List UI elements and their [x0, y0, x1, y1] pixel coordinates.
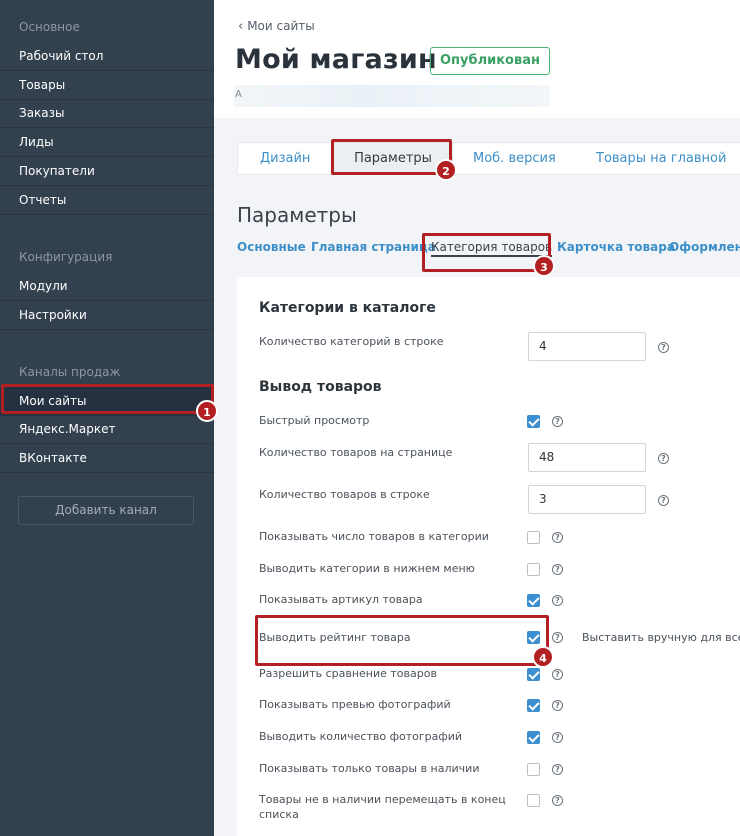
row-label: Количество товаров на странице — [259, 446, 453, 459]
sidebar-section-main: Основное — [19, 20, 80, 34]
sidebar-section-channels: Каналы продаж — [19, 365, 121, 379]
page-header: ‹ Мои сайты Мой магазин Опубликован А — [214, 0, 740, 118]
site-url-char: А — [235, 89, 242, 100]
sidebar-item-reports[interactable]: Отчеты — [0, 186, 214, 215]
tab-design[interactable]: Дизайн — [260, 143, 310, 174]
subtab-home-page[interactable]: Главная страница — [311, 240, 436, 254]
rating-manual-link[interactable]: Выставить вручную для все — [582, 631, 740, 644]
subtab-product-card[interactable]: Карточка товара — [557, 240, 675, 254]
help-icon[interactable]: ? — [552, 595, 563, 606]
tab-home-products[interactable]: Товары на главной — [596, 143, 726, 174]
row-label: Показывать превью фотографий — [259, 698, 451, 711]
subtab-product-category[interactable]: Категория товаров — [431, 240, 553, 257]
photo-count-checkbox[interactable] — [527, 731, 540, 744]
subtab-basic[interactable]: Основные — [237, 240, 306, 254]
products-per-row-input[interactable]: 3 — [528, 485, 646, 514]
show-category-count-checkbox[interactable] — [527, 531, 540, 544]
step-marker: 4 — [532, 646, 554, 668]
row-label: Количество товаров в строке — [259, 488, 430, 501]
row-label: Выводить рейтинг товара — [259, 631, 411, 644]
back-link[interactable]: ‹ Мои сайты — [238, 19, 315, 34]
row-label: Разрешить сравнение товаров — [259, 667, 437, 680]
row-label: Показывать артикул товара — [259, 593, 423, 606]
tab-mobile-version[interactable]: Моб. версия — [473, 143, 556, 174]
help-icon[interactable]: ? — [552, 764, 563, 775]
step-marker: 2 — [435, 159, 457, 181]
group-title-products: Вывод товаров — [259, 379, 382, 395]
cats-per-row-input[interactable]: 4 — [528, 332, 646, 361]
step-marker: 1 — [196, 400, 218, 422]
sidebar-item-yandex-market[interactable]: Яндекс.Маркет — [0, 415, 214, 444]
subtab-design[interactable]: Оформлени — [669, 240, 740, 254]
page-title: Мой магазин — [235, 44, 437, 75]
quick-view-checkbox[interactable] — [527, 415, 540, 428]
row-label: Показывать число товаров в категории — [259, 530, 489, 543]
sidebar-item-vkontakte[interactable]: ВКонтакте — [0, 444, 214, 473]
help-icon[interactable]: ? — [658, 342, 669, 353]
in-stock-only-checkbox[interactable] — [527, 763, 540, 776]
row-label: Выводить категории в нижнем меню — [259, 562, 475, 575]
add-channel-button[interactable]: Добавить канал — [18, 496, 194, 525]
help-icon[interactable]: ? — [658, 495, 669, 506]
sidebar-item-dashboard[interactable]: Рабочий стол — [0, 42, 214, 71]
back-link-label: Мои сайты — [247, 19, 315, 33]
help-icon[interactable]: ? — [552, 416, 563, 427]
footer-categories-checkbox[interactable] — [527, 563, 540, 576]
show-sku-checkbox[interactable] — [527, 594, 540, 607]
help-icon[interactable]: ? — [552, 795, 563, 806]
sidebar-item-leads[interactable]: Лиды — [0, 128, 214, 157]
sidebar-item-products[interactable]: Товары — [0, 71, 214, 100]
help-icon[interactable]: ? — [658, 453, 669, 464]
section-title: Параметры — [237, 203, 357, 227]
help-icon[interactable]: ? — [552, 700, 563, 711]
row-label: Быстрый просмотр — [259, 414, 370, 427]
chevron-left-icon: ‹ — [238, 19, 244, 34]
status-badge: Опубликован — [430, 47, 550, 75]
group-title-catalog: Категории в каталоге — [259, 300, 436, 316]
help-icon[interactable]: ? — [552, 564, 563, 575]
sidebar-section-config: Конфигурация — [19, 250, 113, 264]
step-marker: 3 — [533, 255, 555, 277]
sidebar-item-settings[interactable]: Настройки — [0, 301, 214, 330]
show-rating-checkbox[interactable] — [527, 631, 540, 644]
sidebar-item-orders[interactable]: Заказы — [0, 99, 214, 128]
photo-preview-checkbox[interactable] — [527, 699, 540, 712]
help-icon[interactable]: ? — [552, 732, 563, 743]
cats-per-row-label: Количество категорий в строке — [259, 335, 444, 348]
sidebar-item-customers[interactable]: Покупатели — [0, 157, 214, 186]
products-per-page-input[interactable]: 48 — [528, 443, 646, 472]
help-icon[interactable]: ? — [552, 532, 563, 543]
compare-products-checkbox[interactable] — [527, 668, 540, 681]
row-label: Показывать только товары в наличии — [259, 762, 480, 775]
site-url-blurred: А — [234, 85, 550, 107]
out-of-stock-to-end-checkbox[interactable] — [527, 794, 540, 807]
help-icon[interactable]: ? — [552, 632, 563, 643]
help-icon[interactable]: ? — [552, 669, 563, 680]
main-tabs: Дизайн Параметры Моб. версия Товары на г… — [237, 142, 740, 175]
settings-panel: Категории в каталоге Количество категори… — [237, 277, 740, 836]
sidebar: Основное Рабочий стол Товары Заказы Лиды… — [0, 0, 214, 836]
sidebar-item-my-sites[interactable]: Мои сайты — [0, 387, 214, 416]
sidebar-item-modules[interactable]: Модули — [0, 272, 214, 301]
row-label: Выводить количество фотографий — [259, 730, 463, 743]
row-label: Товары не в наличии перемещать в конец с… — [259, 793, 506, 821]
